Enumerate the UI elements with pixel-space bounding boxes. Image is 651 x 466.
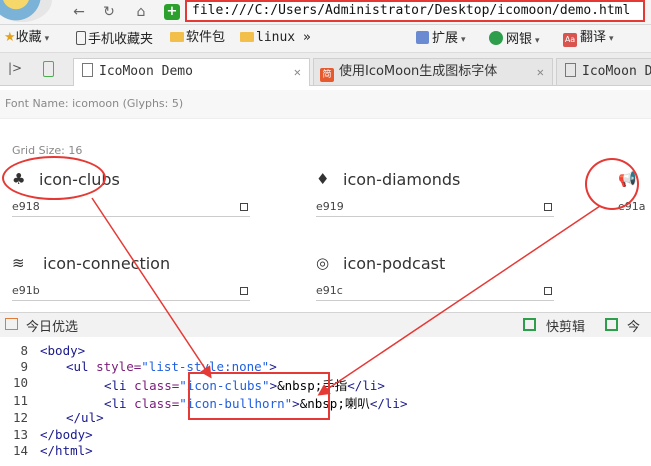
- arrow-clubs: [91, 197, 212, 379]
- arrow-bullhorn: [317, 205, 601, 396]
- annotation-arrows: [91, 197, 601, 396]
